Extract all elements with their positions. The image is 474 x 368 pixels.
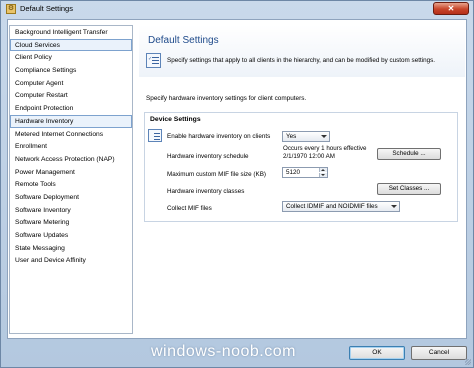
collect-mif-label: Collect MIF files (167, 205, 212, 212)
chevron-down-icon (391, 205, 397, 208)
sidebar-item-user-and-device-affinity[interactable]: User and Device Affinity (10, 254, 132, 267)
sidebar-item-endpoint-protection[interactable]: Endpoint Protection (10, 102, 132, 115)
schedule-button[interactable]: Schedule ... (377, 148, 441, 160)
sidebar-item-software-inventory[interactable]: Software Inventory (10, 204, 132, 217)
page-title: Default Settings (148, 35, 219, 46)
settings-list-icon: ✓ (146, 53, 161, 68)
schedule-summary: Occurs every 1 hours effective 2/1/1970 … (283, 145, 366, 161)
sidebar-item-remote-tools[interactable]: Remote Tools (10, 178, 132, 191)
classes-label: Hardware inventory classes (167, 188, 245, 195)
mif-size-stepper[interactable]: 5120 (282, 167, 328, 178)
close-button[interactable]: ✕ (433, 2, 469, 15)
chevron-down-icon (321, 135, 327, 138)
sidebar-item-network-access-protection-nap[interactable]: Network Access Protection (NAP) (10, 153, 132, 166)
settings-panel: Default Settings ✓ Specify settings that… (139, 25, 465, 334)
sidebar-item-software-metering[interactable]: Software Metering (10, 216, 132, 229)
title-bar[interactable]: ⚙ Default Settings ✕ (1, 1, 473, 17)
sidebar-item-client-policy[interactable]: Client Policy (10, 51, 132, 64)
sidebar-item-metered-internet-connections[interactable]: Metered Internet Connections (10, 128, 132, 141)
sidebar-item-hardware-inventory[interactable]: Hardware Inventory (10, 114, 132, 128)
enable-inventory-value: Yes (286, 133, 297, 140)
resize-grip[interactable] (465, 359, 471, 365)
sidebar-item-power-management[interactable]: Power Management (10, 166, 132, 179)
panel-header: Default Settings ✓ Specify settings that… (139, 25, 465, 77)
header-description: Specify settings that apply to all clien… (167, 57, 435, 64)
set-classes-button[interactable]: Set Classes ... (377, 183, 441, 195)
group-title: Device Settings (150, 116, 201, 123)
schedule-label: Hardware inventory schedule (167, 153, 249, 160)
stepper-down-icon[interactable] (319, 173, 327, 177)
section-intro: Specify hardware inventory settings for … (146, 95, 307, 102)
sidebar-item-computer-restart[interactable]: Computer Restart (10, 89, 132, 102)
sidebar-item-software-deployment[interactable]: Software Deployment (10, 191, 132, 204)
collect-mif-value: Collect IDMIF and NOIDMIF files (286, 203, 378, 210)
sidebar-item-cloud-services[interactable]: Cloud Services (10, 38, 132, 52)
watermark: windows-noob.com (151, 343, 296, 360)
settings-category-list[interactable]: Background Intelligent Transfer Cloud Ser… (9, 25, 133, 334)
collect-mif-select[interactable]: Collect IDMIF and NOIDMIF files (282, 201, 400, 212)
mif-size-label: Maximum custom MIF file size (KB) (167, 171, 267, 178)
sidebar-item-compliance-settings[interactable]: Compliance Settings (10, 64, 132, 77)
sidebar-item-background-intelligent-transfer[interactable]: Background Intelligent Transfer (10, 26, 132, 39)
sidebar-item-software-updates[interactable]: Software Updates (10, 229, 132, 242)
mif-size-value: 5120 (286, 169, 301, 176)
enable-inventory-select[interactable]: Yes (282, 131, 330, 142)
ok-button[interactable]: OK (349, 346, 405, 360)
schedule-summary-line-1: Occurs every 1 hours effective (283, 145, 367, 152)
window-title: Default Settings (20, 4, 73, 13)
dialog-window: ⚙ Default Settings ✕ Background Intellig… (0, 0, 474, 368)
sidebar-item-enrollment[interactable]: Enrollment (10, 140, 132, 153)
sidebar-item-computer-agent[interactable]: Computer Agent (10, 77, 132, 90)
stepper-up-icon[interactable] (319, 168, 327, 172)
settings-list-icon (148, 129, 162, 142)
schedule-summary-line-2: 2/1/1970 12:00 AM (283, 153, 335, 160)
cancel-button[interactable]: Cancel (411, 346, 467, 360)
sidebar-item-state-messaging[interactable]: State Messaging (10, 242, 132, 255)
enable-inventory-label: Enable hardware inventory on clients (167, 133, 271, 140)
app-icon: ⚙ (6, 4, 16, 14)
